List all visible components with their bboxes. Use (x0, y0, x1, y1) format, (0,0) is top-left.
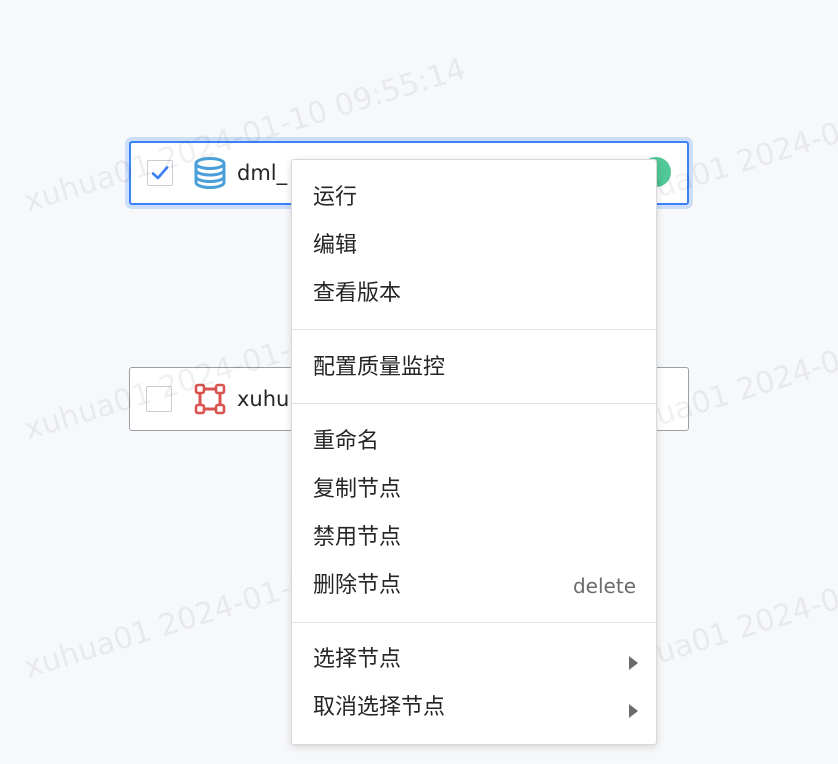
menu-item-label: 删除节点 (313, 573, 402, 598)
menu-item-delete-node[interactable]: 删除节点 delete (292, 562, 656, 610)
menu-item-disable-node[interactable]: 禁用节点 (292, 514, 656, 562)
menu-item-deselect-nodes[interactable]: 取消选择节点 (292, 684, 656, 732)
menu-item-label: 禁用节点 (313, 525, 402, 550)
menu-item-label: 重命名 (313, 429, 380, 454)
database-icon (194, 157, 226, 189)
menu-item-label: 复制节点 (313, 477, 402, 502)
check-icon (151, 166, 169, 180)
menu-item-quality-monitor[interactable]: 配置质量监控 (292, 344, 656, 392)
menu-item-view-versions[interactable]: 查看版本 (292, 270, 656, 318)
menu-divider (292, 403, 656, 404)
menu-item-select-nodes[interactable]: 选择节点 (292, 636, 656, 684)
menu-divider (292, 622, 656, 623)
caret-right-icon (629, 656, 638, 670)
menu-divider (292, 329, 656, 330)
context-menu: 运行 编辑 查看版本 配置质量监控 重命名 复制节点 禁用节点 删除节点 del… (291, 159, 657, 745)
menu-item-label: 运行 (313, 185, 358, 210)
node-label: xuhu (237, 387, 290, 411)
menu-item-label: 取消选择节点 (313, 695, 446, 720)
caret-right-icon (629, 704, 638, 718)
node-label: dml_ (237, 161, 288, 185)
menu-item-edit[interactable]: 编辑 (292, 222, 656, 270)
menu-item-label: 编辑 (313, 233, 358, 258)
node-shape-icon (194, 383, 226, 415)
node-checkbox[interactable] (146, 386, 172, 412)
menu-item-copy-node[interactable]: 复制节点 (292, 466, 656, 514)
menu-item-label: 配置质量监控 (313, 355, 446, 380)
menu-item-rename[interactable]: 重命名 (292, 418, 656, 466)
shortcut-hint: delete (572, 574, 636, 598)
menu-item-label: 查看版本 (313, 281, 402, 306)
menu-item-label: 选择节点 (313, 647, 402, 672)
menu-item-run[interactable]: 运行 (292, 174, 656, 222)
node-checkbox[interactable] (147, 160, 173, 186)
